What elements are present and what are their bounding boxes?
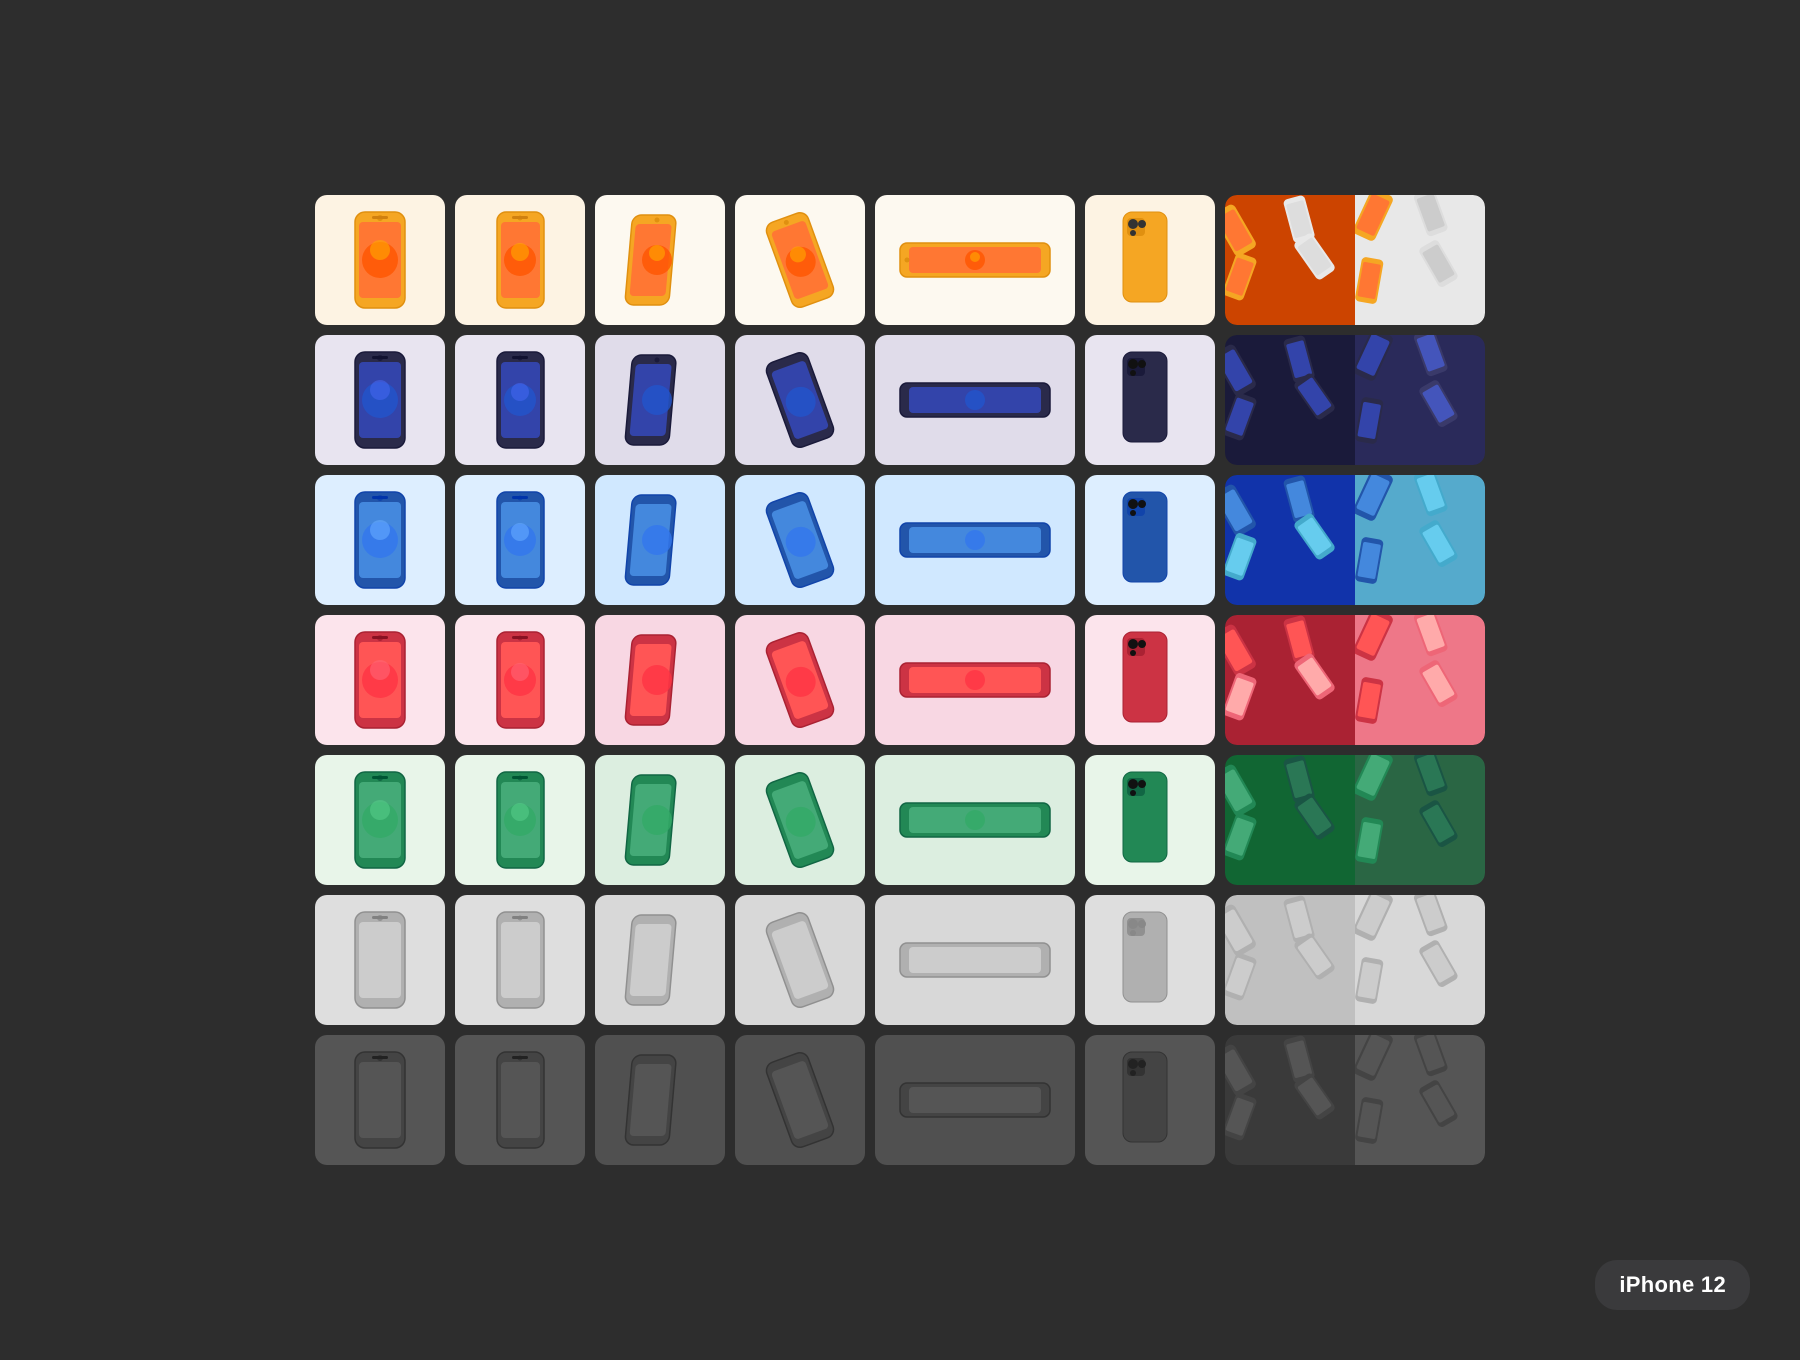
pattern-cell-purple-1 <box>1225 335 1355 465</box>
cell-pink-front2[interactable] <box>455 615 585 745</box>
cell-blue-back[interactable] <box>1085 475 1215 605</box>
pattern-cell-lgray-1 <box>1225 895 1355 1025</box>
pattern-cell-blue-1 <box>1225 475 1355 605</box>
cell-yellow-back[interactable] <box>1085 195 1215 325</box>
pattern-cell-purple-2 <box>1355 335 1485 465</box>
pattern-group-yellow <box>1225 195 1485 325</box>
cell-green-front2[interactable] <box>455 755 585 885</box>
tooltip: iPhone 12 <box>1595 1260 1750 1310</box>
row-yellow <box>315 195 1485 325</box>
cell-blue-tilted[interactable] <box>735 475 865 605</box>
cell-green-front[interactable] <box>315 755 445 885</box>
pattern-group-dgray <box>1225 1035 1485 1165</box>
cell-purple-front2[interactable] <box>455 335 585 465</box>
row-blue <box>315 475 1485 605</box>
cell-pink-tilted[interactable] <box>735 615 865 745</box>
cell-purple-tilted[interactable] <box>735 335 865 465</box>
cell-green-angled[interactable] <box>595 755 725 885</box>
row-green <box>315 755 1485 885</box>
pattern-cell-yellow-2 <box>1355 195 1485 325</box>
cell-pink-front[interactable] <box>315 615 445 745</box>
cell-yellow-landscape[interactable] <box>875 195 1075 325</box>
cell-lgray-back[interactable] <box>1085 895 1215 1025</box>
cell-lgray-front2[interactable] <box>455 895 585 1025</box>
cell-purple-landscape[interactable] <box>875 335 1075 465</box>
cell-green-tilted[interactable] <box>735 755 865 885</box>
pattern-cell-pink-1 <box>1225 615 1355 745</box>
pattern-group-purple <box>1225 335 1485 465</box>
cell-lgray-front[interactable] <box>315 895 445 1025</box>
cell-dgray-front2[interactable] <box>455 1035 585 1165</box>
cell-blue-front2[interactable] <box>455 475 585 605</box>
cell-yellow-tilted[interactable] <box>735 195 865 325</box>
cell-lgray-angled[interactable] <box>595 895 725 1025</box>
cell-dgray-angled[interactable] <box>595 1035 725 1165</box>
cell-yellow-front2[interactable] <box>455 195 585 325</box>
row-darkgray <box>315 1035 1485 1165</box>
cell-blue-angled[interactable] <box>595 475 725 605</box>
tooltip-label: iPhone 12 <box>1619 1272 1726 1297</box>
grid-container <box>295 175 1505 1185</box>
row-purple <box>315 335 1485 465</box>
pattern-cell-green-1 <box>1225 755 1355 885</box>
cell-yellow-angled[interactable] <box>595 195 725 325</box>
cell-dgray-back[interactable] <box>1085 1035 1215 1165</box>
cell-blue-landscape[interactable] <box>875 475 1075 605</box>
pattern-cell-dgray-2 <box>1355 1035 1485 1165</box>
pattern-cell-green-2 <box>1355 755 1485 885</box>
pattern-group-blue <box>1225 475 1485 605</box>
cell-pink-back[interactable] <box>1085 615 1215 745</box>
cell-yellow-front[interactable] <box>315 195 445 325</box>
pattern-cell-dgray-1 <box>1225 1035 1355 1165</box>
pattern-group-pink <box>1225 615 1485 745</box>
row-pink <box>315 615 1485 745</box>
pattern-cell-lgray-2 <box>1355 895 1485 1025</box>
pattern-cell-blue-2 <box>1355 475 1485 605</box>
cell-purple-angled[interactable] <box>595 335 725 465</box>
cell-dgray-landscape[interactable] <box>875 1035 1075 1165</box>
pattern-cell-pink-2 <box>1355 615 1485 745</box>
cell-green-landscape[interactable] <box>875 755 1075 885</box>
cell-pink-landscape[interactable] <box>875 615 1075 745</box>
pattern-group-lgray <box>1225 895 1485 1025</box>
cell-lgray-landscape[interactable] <box>875 895 1075 1025</box>
cell-purple-front[interactable] <box>315 335 445 465</box>
cell-lgray-tilted[interactable] <box>735 895 865 1025</box>
cell-green-back[interactable] <box>1085 755 1215 885</box>
cell-blue-front[interactable] <box>315 475 445 605</box>
pattern-cell-yellow-1 <box>1225 195 1355 325</box>
cell-dgray-front[interactable] <box>315 1035 445 1165</box>
cell-dgray-tilted[interactable] <box>735 1035 865 1165</box>
cell-purple-back[interactable] <box>1085 335 1215 465</box>
cell-pink-angled[interactable] <box>595 615 725 745</box>
row-lightgray <box>315 895 1485 1025</box>
pattern-group-green <box>1225 755 1485 885</box>
